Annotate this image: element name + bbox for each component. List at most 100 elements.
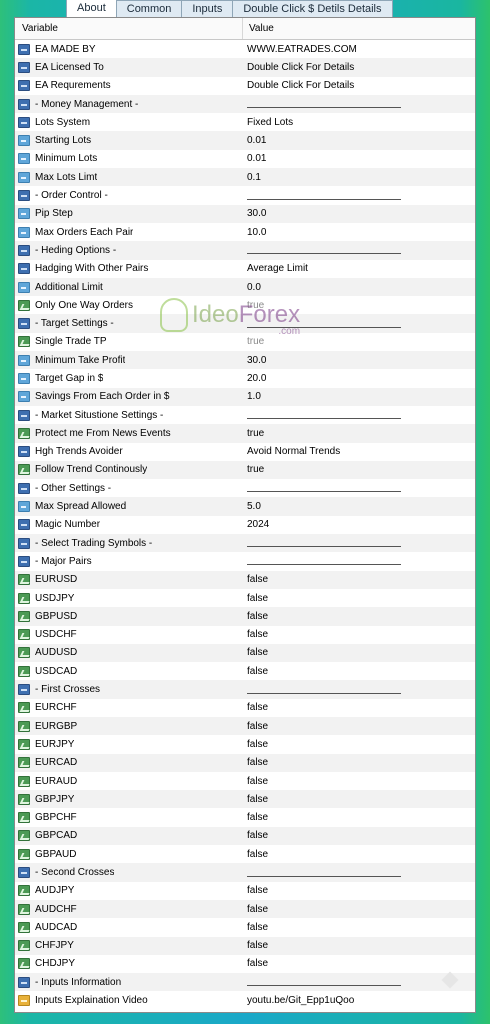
value-cell[interactable]: Average Limit xyxy=(243,263,308,274)
table-row[interactable]: GBPJPY false xyxy=(15,790,475,809)
value-cell[interactable]: false xyxy=(243,739,268,750)
table-section-row[interactable]: - Order Control - xyxy=(15,186,475,204)
table-row[interactable]: GBPCHF false xyxy=(15,808,475,826)
table-row[interactable]: EURGBP false xyxy=(15,716,475,736)
value-cell[interactable]: Fixed Lots xyxy=(243,117,293,128)
separator-line[interactable] xyxy=(243,243,401,257)
table-row[interactable]: Minimum Lots 0.01 xyxy=(15,150,475,168)
table-row[interactable]: Target Gap in $ 20.0 xyxy=(15,369,475,387)
table-row[interactable]: Starting Lots 0.01 xyxy=(15,131,475,150)
value-cell[interactable]: 20.0 xyxy=(243,373,266,384)
table-row[interactable]: EA MADE BY WWW.EATRADES.COM xyxy=(15,40,475,58)
table-section-row[interactable]: - Heding Options - xyxy=(15,241,475,260)
tab-inputs[interactable]: Inputs xyxy=(181,0,234,17)
separator-line[interactable] xyxy=(243,536,401,550)
table-row[interactable]: GBPCAD false xyxy=(15,826,475,846)
table-row[interactable]: Additional Limit 0.0 xyxy=(15,277,475,297)
value-cell[interactable]: 1.0 xyxy=(243,391,261,402)
table-row[interactable]: USDJPY false xyxy=(15,589,475,607)
value-cell[interactable]: false xyxy=(243,940,268,951)
value-cell[interactable]: Avoid Normal Trends xyxy=(243,446,340,457)
value-cell[interactable]: WWW.EATRADES.COM xyxy=(243,44,357,55)
table-row[interactable]: EURCHF false xyxy=(15,699,475,717)
separator-line[interactable] xyxy=(243,866,401,880)
table-row[interactable]: AUDJPY false xyxy=(15,882,475,900)
value-cell[interactable]: 2024 xyxy=(243,519,269,530)
separator-line[interactable] xyxy=(243,408,401,422)
value-cell[interactable]: Double Click For Details xyxy=(243,62,354,73)
table-row[interactable]: Pip Step 30.0 xyxy=(15,204,475,223)
table-row[interactable]: CHFJPY false xyxy=(15,936,475,955)
table-row[interactable]: Protect me From News Events true xyxy=(15,424,475,443)
value-cell[interactable]: true xyxy=(243,300,264,311)
table-section-row[interactable]: - Target Settings - xyxy=(15,314,475,333)
table-row[interactable]: EURJPY false xyxy=(15,735,475,753)
separator-line[interactable] xyxy=(243,189,401,203)
value-cell[interactable]: false xyxy=(243,904,268,915)
value-cell[interactable]: false xyxy=(243,702,268,713)
table-row[interactable]: AUDCHF false xyxy=(15,899,475,919)
value-cell[interactable]: 0.01 xyxy=(243,135,266,146)
value-cell[interactable]: false xyxy=(243,830,268,841)
table-row[interactable]: EURAUD false xyxy=(15,772,475,790)
table-section-row[interactable]: - Other Settings - xyxy=(15,479,475,497)
table-row[interactable]: Only One Way Orders true xyxy=(15,296,475,314)
value-cell[interactable]: 30.0 xyxy=(243,208,266,219)
table-section-row[interactable]: - Select Trading Symbols - xyxy=(15,534,475,553)
value-cell[interactable]: 30.0 xyxy=(243,355,266,366)
table-row[interactable]: Max Orders Each Pair 10.0 xyxy=(15,223,475,241)
separator-line[interactable] xyxy=(243,683,401,697)
value-cell[interactable]: 10.0 xyxy=(243,227,266,238)
table-row[interactable]: Single Trade TP true xyxy=(15,333,475,351)
separator-line[interactable] xyxy=(243,554,401,568)
value-cell[interactable]: false xyxy=(243,574,268,585)
table-row[interactable]: EURCAD false xyxy=(15,753,475,772)
table-row[interactable]: Follow Trend Continously true xyxy=(15,460,475,480)
separator-line[interactable] xyxy=(243,317,401,331)
value-cell[interactable]: youtu.be/Git_Epp1uQoo xyxy=(243,995,354,1006)
tab-about[interactable]: About xyxy=(66,0,117,17)
table-row[interactable]: USDCAD false xyxy=(15,662,475,680)
value-cell[interactable]: false xyxy=(243,611,268,622)
separator-line[interactable] xyxy=(243,97,401,111)
table-section-row[interactable]: - Inputs Information xyxy=(15,973,475,992)
value-cell[interactable]: false xyxy=(243,629,268,640)
table-row[interactable]: EA Requrements Double Click For Details xyxy=(15,77,475,95)
column-header-variable[interactable]: Variable xyxy=(15,18,243,39)
table-row[interactable]: Hadging With Other Pairs Average Limit xyxy=(15,260,475,278)
value-cell[interactable]: false xyxy=(243,647,268,658)
table-row[interactable]: GBPUSD false xyxy=(15,607,475,626)
table-row[interactable]: Max Lots Limt 0.1 xyxy=(15,168,475,187)
value-cell[interactable]: false xyxy=(243,776,268,787)
value-cell[interactable]: true xyxy=(243,428,264,439)
value-cell[interactable]: false xyxy=(243,666,268,677)
table-row[interactable]: Savings From Each Order in $ 1.0 xyxy=(15,387,475,406)
value-cell[interactable]: 0.1 xyxy=(243,172,261,183)
value-cell[interactable]: true xyxy=(243,464,264,475)
table-section-row[interactable]: - Market Situstione Settings - xyxy=(15,406,475,424)
value-cell[interactable]: false xyxy=(243,593,268,604)
table-section-row[interactable]: - Major Pairs xyxy=(15,552,475,570)
value-cell[interactable]: false xyxy=(243,849,268,860)
table-row[interactable]: CHDJPY false xyxy=(15,955,475,973)
value-cell[interactable]: false xyxy=(243,757,268,768)
value-cell[interactable]: 0.0 xyxy=(243,282,261,293)
table-row[interactable]: Inputs Explaination Video youtu.be/Git_Ep… xyxy=(15,991,475,1009)
table-section-row[interactable]: - Second Crosses xyxy=(15,863,475,882)
value-cell[interactable]: false xyxy=(243,721,268,732)
value-cell[interactable]: true xyxy=(243,336,264,347)
value-cell[interactable]: false xyxy=(243,885,268,896)
table-row[interactable]: EA Licensed To Double Click For Details xyxy=(15,58,475,77)
table-row[interactable]: Minimum Take Profit 30.0 xyxy=(15,351,475,370)
table-row[interactable]: Hgh Trends Avoider Avoid Normal Trends xyxy=(15,443,475,461)
value-cell[interactable]: false xyxy=(243,958,268,969)
table-section-row[interactable]: - First Crosses xyxy=(15,680,475,699)
value-cell[interactable]: 5.0 xyxy=(243,501,261,512)
table-row[interactable]: GBPAUD false xyxy=(15,845,475,863)
table-section-row[interactable]: - Money Management - xyxy=(15,94,475,114)
tab-double-click-detils-details[interactable]: Double Click $ Detils Details xyxy=(232,0,393,17)
value-cell[interactable]: 0.01 xyxy=(243,153,266,164)
tab-common[interactable]: Common xyxy=(115,0,183,17)
separator-line[interactable] xyxy=(243,975,401,989)
value-cell[interactable]: false xyxy=(243,812,268,823)
